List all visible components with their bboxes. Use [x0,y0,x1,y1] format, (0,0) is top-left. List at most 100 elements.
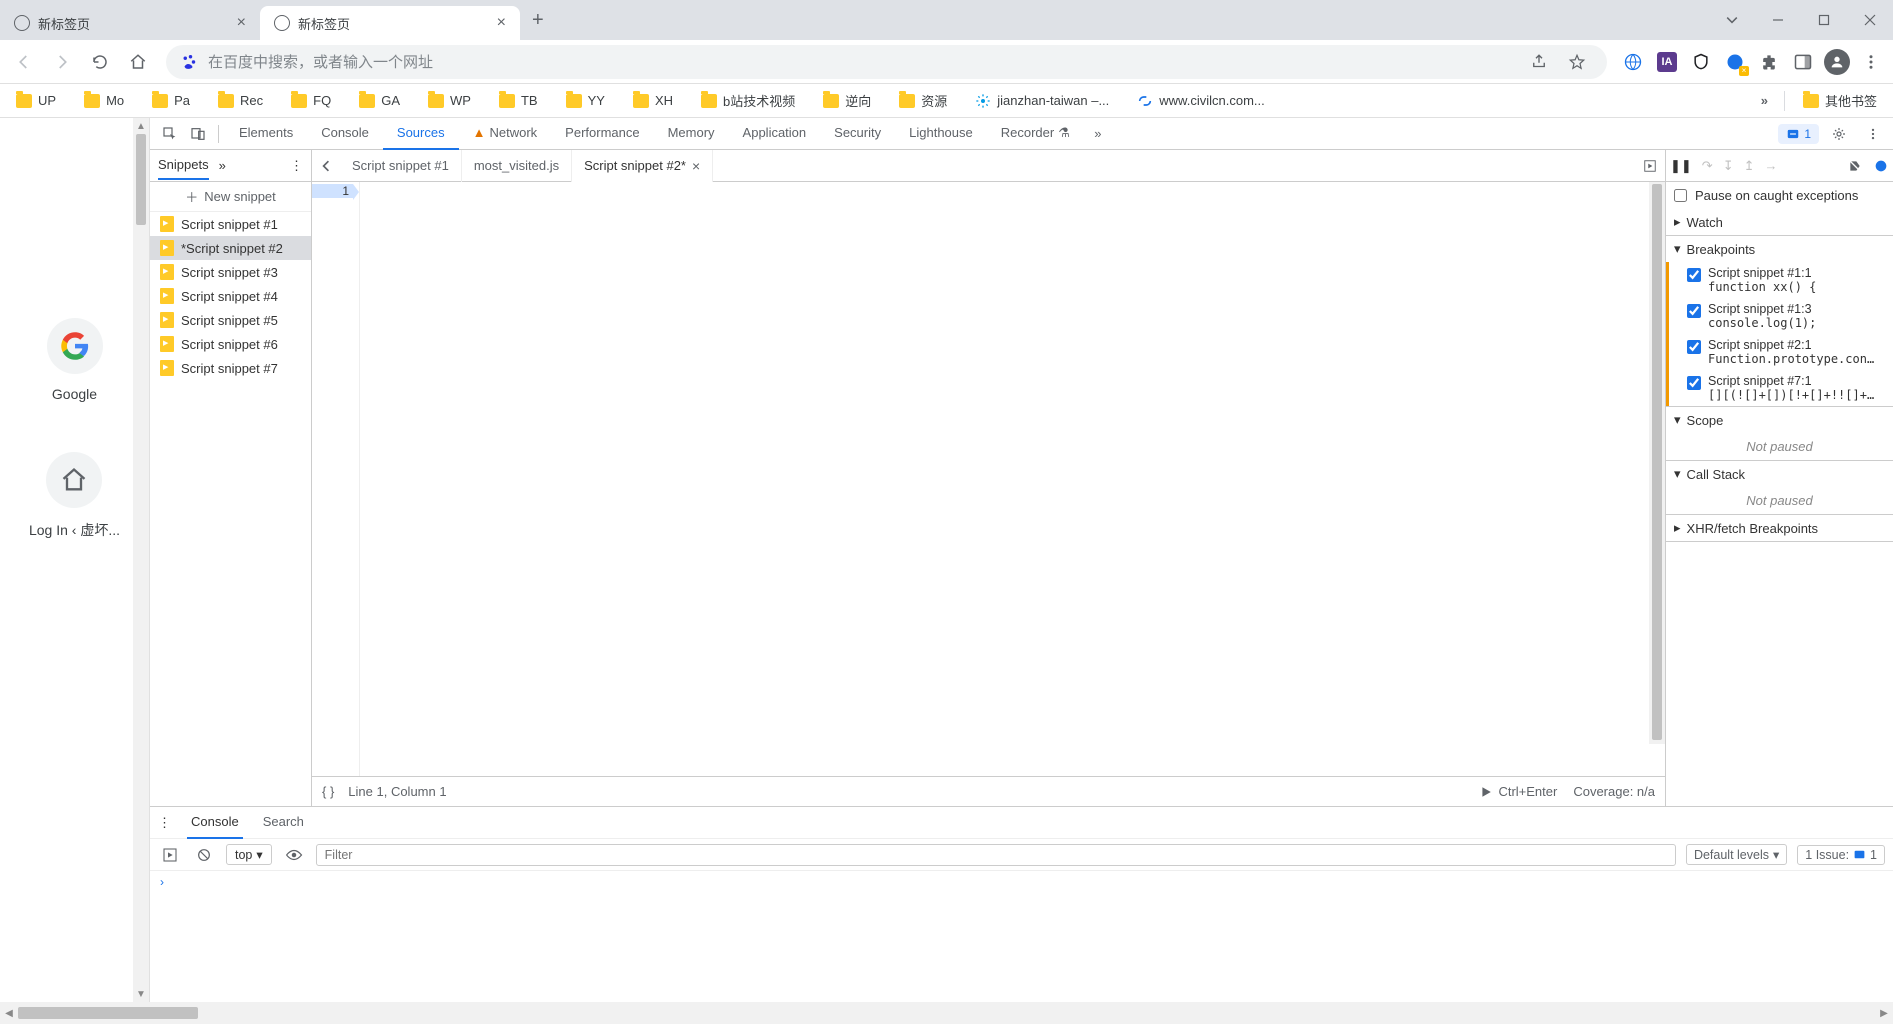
snippet-item[interactable]: Script snippet #3 [150,260,311,284]
bookmark-item[interactable]: UP [6,89,66,112]
breakpoints-section-header[interactable]: ▾Breakpoints [1666,236,1893,262]
bookmark-item[interactable]: 资源 [889,87,957,114]
os-scrollbar[interactable]: ◀ ▶ [0,1002,1893,1024]
deactivate-breakpoints-icon[interactable] [1847,158,1863,174]
extension-globe-icon[interactable] [1617,46,1649,78]
snippet-item[interactable]: Script snippet #6 [150,332,311,356]
scroll-up-icon[interactable]: ▲ [133,118,149,134]
code-text[interactable] [360,182,1665,776]
bp-checkbox[interactable] [1687,304,1701,318]
step-out-icon[interactable]: ↥ [1744,158,1755,174]
bp-checkbox[interactable] [1687,340,1701,354]
bookmark-item[interactable]: 逆向 [813,87,881,114]
run-context-icon[interactable] [158,847,182,863]
close-icon[interactable]: × [692,158,700,174]
bp-checkbox[interactable] [1687,268,1701,282]
snippet-item[interactable]: Script snippet #4 [150,284,311,308]
tab-lighthouse[interactable]: Lighthouse [895,118,987,150]
new-tab-button[interactable]: + [520,9,556,32]
bookmark-item[interactable]: WP [418,89,481,112]
issues-badge[interactable]: 1 [1778,124,1819,144]
close-button[interactable] [1847,0,1893,40]
pretty-print-icon[interactable]: { } [322,784,334,799]
snippet-item[interactable]: Script snippet #1 [150,212,311,236]
browser-tab-1[interactable]: 新标签页 × [0,6,260,40]
tab-memory[interactable]: Memory [654,118,729,150]
snippet-item[interactable]: Script snippet #5 [150,308,311,332]
scroll-right-icon[interactable]: ▶ [1875,1008,1893,1019]
home-button[interactable] [120,44,156,80]
bookmark-item[interactable]: XH [623,89,683,112]
extensions-menu-icon[interactable] [1753,46,1785,78]
execution-context-dropdown[interactable]: top▾ [226,844,272,865]
chrome-menu-icon[interactable] [1855,46,1887,78]
bookmark-overflow[interactable]: » [1753,93,1776,108]
back-button[interactable] [6,44,42,80]
chevron-down-icon[interactable] [1709,0,1755,40]
issues-indicator[interactable]: 1 Issue: 1 [1797,845,1885,865]
breakpoint-item[interactable]: Script snippet #1:1function xx() { [1666,262,1893,298]
tab-performance[interactable]: Performance [551,118,653,150]
new-snippet-button[interactable]: ＋ New snippet [150,182,311,212]
star-icon[interactable] [1561,46,1593,78]
tab-application[interactable]: Application [729,118,821,150]
extension-ia-icon[interactable]: IA [1651,46,1683,78]
nav-back-icon[interactable] [312,160,340,172]
tab-search[interactable]: Search [259,807,308,839]
more-tabs-icon[interactable]: » [1084,120,1112,148]
profile-avatar[interactable] [1821,46,1853,78]
log-levels-dropdown[interactable]: Default levels▾ [1686,844,1787,865]
console-body[interactable]: › [150,871,1893,1002]
editor-body[interactable]: 1 [312,182,1665,776]
step-into-icon[interactable]: ↧ [1723,158,1734,174]
scrollbar[interactable] [1649,182,1665,744]
breakpoint-item[interactable]: Script snippet #2:1Function.prototype.co… [1666,334,1893,370]
breakpoint-item[interactable]: Script snippet #7:1[][(![]+[])[!+[]+!![]… [1666,370,1893,406]
snippet-item[interactable]: Script snippet #7 [150,356,311,380]
reload-button[interactable] [82,44,118,80]
pause-on-exceptions[interactable]: Pause on caught exceptions [1666,182,1893,209]
scroll-thumb[interactable] [1652,184,1662,740]
scroll-track[interactable] [18,1005,1875,1021]
browser-tab-2[interactable]: 新标签页 × [260,6,520,40]
kebab-icon[interactable]: ⋮ [290,158,303,174]
clear-console-icon[interactable] [192,847,216,863]
bookmark-item[interactable]: GA [349,89,410,112]
bookmark-item[interactable]: YY [556,89,615,112]
kebab-icon[interactable] [1859,120,1887,148]
scrollbar[interactable]: ▲ ▼ [133,118,149,1002]
maximize-button[interactable] [1801,0,1847,40]
snippet-item[interactable]: *Script snippet #2 [150,236,311,260]
minimize-button[interactable] [1755,0,1801,40]
xhr-section-header[interactable]: ▸XHR/fetch Breakpoints [1666,515,1893,541]
share-icon[interactable] [1523,46,1555,78]
omnibox[interactable]: 在百度中搜索，或者输入一个网址 [166,45,1607,79]
watch-section-header[interactable]: ▸Watch [1666,209,1893,235]
filter-input[interactable] [316,844,1676,866]
pause-icon[interactable]: ❚❚ [1670,158,1692,174]
gear-icon[interactable] [1825,120,1853,148]
extension-blue-icon[interactable]: × [1719,46,1751,78]
close-icon[interactable]: × [491,12,512,34]
more-panes-icon[interactable]: » [219,158,226,173]
scope-section-header[interactable]: ▾Scope [1666,407,1893,433]
scroll-down-icon[interactable]: ▼ [133,986,149,1002]
tab-network[interactable]: ▲Network [459,118,552,150]
close-icon[interactable]: × [231,12,252,34]
scroll-thumb[interactable] [136,134,146,225]
tab-console[interactable]: Console [187,807,243,839]
tab-elements[interactable]: Elements [225,118,307,150]
bookmark-item[interactable]: FQ [281,89,341,112]
bookmark-item[interactable]: Pa [142,89,200,112]
device-icon[interactable] [184,120,212,148]
step-over-icon[interactable]: ↷ [1702,158,1713,174]
editor-tab[interactable]: most_visited.js [462,150,572,182]
bookmark-item[interactable]: jianzhan-taiwan –... [965,89,1119,113]
live-expression-icon[interactable] [282,846,306,864]
breakpoint-item[interactable]: Script snippet #1:3console.log(1); [1666,298,1893,334]
run-in-scope-icon[interactable] [1635,159,1665,173]
tab-console[interactable]: Console [307,118,383,150]
tab-recorder[interactable]: Recorder⚗ [987,118,1084,150]
extension-shield-icon[interactable] [1685,46,1717,78]
pause-caught-checkbox[interactable] [1674,189,1687,202]
